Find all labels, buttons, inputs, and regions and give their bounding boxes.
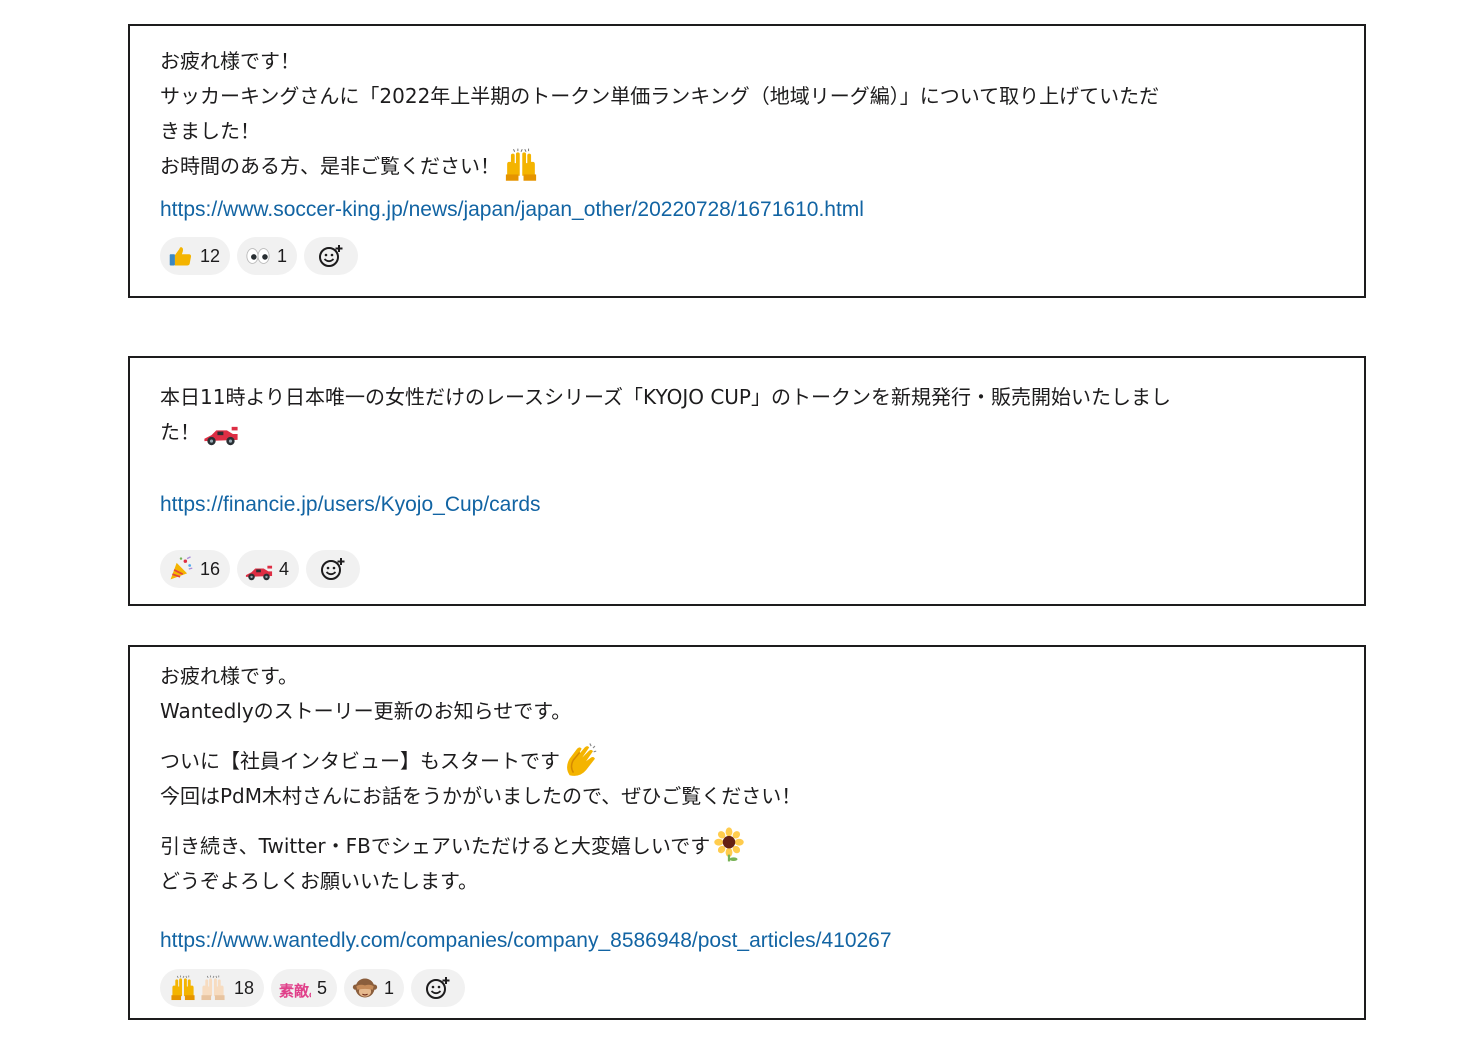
message-line: た！ bbox=[160, 420, 200, 444]
stamp-text: 素敵。 bbox=[279, 982, 311, 1000]
message-body: お疲れ様です。 Wantedlyのストーリー更新のお知らせです。 ついに【社員イ… bbox=[160, 659, 1334, 899]
message-line-with-emoji: お時間のある方、是非ご覧ください！ bbox=[160, 147, 1334, 184]
reaction-pill[interactable]: 素敵。 5 bbox=[271, 969, 338, 1007]
message-link[interactable]: https://www.soccer-king.jp/news/japan/ja… bbox=[160, 198, 864, 222]
message-line: お疲れ様です！ bbox=[160, 49, 300, 73]
add-reaction-button[interactable] bbox=[304, 237, 359, 275]
party-popper-icon bbox=[169, 556, 194, 581]
message-link[interactable]: https://www.wantedly.com/companies/compa… bbox=[160, 929, 892, 953]
add-reaction-button[interactable] bbox=[306, 550, 361, 588]
see-no-evil-monkey-icon bbox=[352, 977, 378, 999]
eyes-icon bbox=[246, 248, 270, 264]
message-line: 引き続き、Twitter・FBでシェアいただけると大変嬉しいです bbox=[160, 834, 711, 858]
message-line: Wantedlyのストーリー更新のお知らせです。 bbox=[160, 699, 572, 723]
reaction-count: 12 bbox=[200, 245, 221, 266]
reaction-count: 1 bbox=[277, 245, 288, 266]
message-line-with-emoji: ついに【社員インタビュー】もスタートです bbox=[160, 742, 1334, 779]
reaction-count: 5 bbox=[317, 977, 328, 998]
message-line: 今回はPdM木村さんにお話をうかがいましたので、ぜひご覧ください！ bbox=[160, 784, 802, 808]
message-line-with-emoji: た！ bbox=[160, 415, 1334, 450]
message-line: お時間のある方、是非ご覧ください！ bbox=[160, 154, 500, 178]
reaction-count: 4 bbox=[279, 558, 290, 579]
reaction-bar: 16 4 bbox=[160, 550, 361, 588]
reaction-pill[interactable]: 1 bbox=[237, 237, 298, 275]
message-link[interactable]: https://financie.jp/users/Kyojo_Cup/card… bbox=[160, 493, 541, 517]
message-line: どうぞよろしくお願いいたします。 bbox=[160, 869, 478, 893]
message-body: お疲れ様です！ サッカーキングさんに「2022年上半期のトークン単価ランキング（… bbox=[160, 44, 1334, 184]
reaction-pill[interactable]: 18 bbox=[160, 969, 265, 1007]
raised-hands-light-icon bbox=[201, 975, 225, 1001]
add-reaction-icon bbox=[321, 557, 346, 580]
reaction-pill[interactable]: 16 bbox=[160, 550, 231, 588]
clapping-hands-icon bbox=[566, 742, 597, 777]
sunflower-icon bbox=[713, 826, 746, 863]
reaction-pill[interactable]: 4 bbox=[237, 550, 300, 588]
reaction-bar: 12 1 bbox=[160, 237, 359, 275]
reaction-bar: 18 素敵。 5 1 bbox=[160, 969, 466, 1007]
raised-hands-icon bbox=[171, 975, 195, 1001]
reaction-count: 18 bbox=[234, 977, 255, 998]
message-card: お疲れ様です！ サッカーキングさんに「2022年上半期のトークン単価ランキング（… bbox=[128, 24, 1366, 298]
message-card: お疲れ様です。 Wantedlyのストーリー更新のお知らせです。 ついに【社員イ… bbox=[128, 645, 1366, 1020]
message-line-with-emoji: 引き続き、Twitter・FBでシェアいただけると大変嬉しいです bbox=[160, 826, 1334, 864]
reaction-count: 1 bbox=[384, 977, 395, 998]
subarashii-stamp-icon: 素敵。 bbox=[279, 982, 311, 1000]
reaction-pill[interactable]: 1 bbox=[344, 969, 405, 1007]
add-reaction-icon bbox=[426, 976, 451, 999]
racing-car-icon bbox=[204, 426, 238, 445]
message-line: きました！ bbox=[160, 119, 260, 143]
reaction-pill[interactable]: 12 bbox=[160, 237, 231, 275]
message-line: サッカーキングさんに「2022年上半期のトークン単価ランキング（地域リーグ編）」… bbox=[160, 84, 1160, 108]
raised-hands-icon bbox=[505, 147, 537, 181]
message-body: 本日11時より日本唯一の女性だけのレースシリーズ「KYOJO CUP」のトークン… bbox=[160, 380, 1334, 450]
thumbs-up-icon bbox=[169, 247, 192, 266]
message-card: 本日11時より日本唯一の女性だけのレースシリーズ「KYOJO CUP」のトークン… bbox=[128, 356, 1366, 606]
add-reaction-button[interactable] bbox=[411, 969, 466, 1007]
message-line: 本日11時より日本唯一の女性だけのレースシリーズ「KYOJO CUP」のトークン… bbox=[160, 385, 1171, 409]
message-line: ついに【社員インタビュー】もスタートです bbox=[160, 749, 560, 773]
message-line: お疲れ様です。 bbox=[160, 664, 298, 688]
add-reaction-icon bbox=[319, 244, 344, 267]
reaction-count: 16 bbox=[200, 558, 221, 579]
racing-car-icon bbox=[245, 565, 273, 581]
